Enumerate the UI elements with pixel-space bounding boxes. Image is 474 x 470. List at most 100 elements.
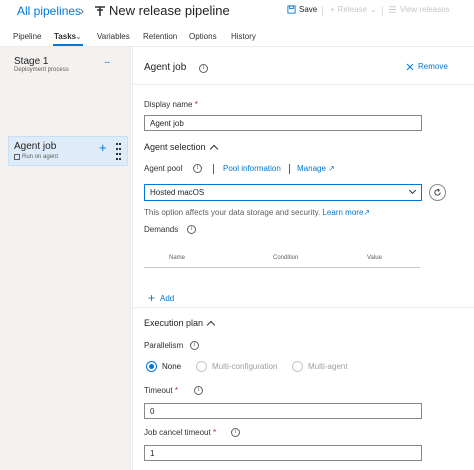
list-icon (388, 6, 397, 13)
refresh-button[interactable] (429, 184, 446, 201)
learn-more-label: Learn more (322, 208, 364, 217)
remove-label: Remove (418, 62, 448, 71)
chevron-up-icon (209, 144, 218, 153)
stage-subtitle: Deployment process (14, 67, 69, 73)
release-pipeline-icon (95, 6, 105, 16)
section-divider (132, 307, 474, 308)
breadcrumb-all-pipelines[interactable]: All pipelines (17, 4, 81, 18)
stage-title[interactable]: Stage 1 (14, 56, 48, 67)
demands-label: Demands (144, 225, 179, 234)
agent-job-details-panel: Agent job i Remove Display name * Agent … (132, 47, 474, 470)
save-icon (287, 5, 296, 14)
cancel-timeout-label: Job cancel timeout * (144, 428, 216, 437)
release-button[interactable]: + Release ⌄ (330, 5, 377, 14)
execution-plan-section-header[interactable]: Execution plan (144, 318, 216, 329)
panel-edge (132, 47, 133, 470)
radio-selected-icon (146, 361, 157, 372)
agent-selection-section-header[interactable]: Agent selection (144, 142, 218, 153)
cancel-timeout-label-text: Job cancel timeout (144, 428, 211, 437)
plus-icon: + (330, 5, 335, 14)
demands-column-value: Value (367, 255, 382, 261)
add-label: Add (160, 293, 175, 303)
demands-grid-rule (144, 267, 420, 268)
external-link-icon: ↗ (363, 208, 371, 217)
job-subtitle-row: Run on agent (14, 154, 58, 160)
timeout-label-text: Timeout (144, 386, 173, 395)
tab-retention[interactable]: Retention (143, 32, 177, 41)
link-divider (213, 164, 214, 174)
close-icon (406, 63, 414, 70)
info-icon[interactable]: i (199, 64, 208, 73)
add-task-button[interactable]: + (99, 140, 107, 155)
chevron-down-icon[interactable]: ⌄ (75, 32, 82, 41)
stages-panel: Stage 1 Deployment process ... Agent job… (0, 47, 131, 470)
refresh-icon (434, 188, 441, 196)
storage-note: This option affects your data storage an… (144, 208, 370, 217)
required-mark: * (174, 386, 178, 395)
chevron-down-icon (408, 186, 417, 195)
parallelism-none-radio[interactable]: None (146, 361, 181, 372)
pool-information-link[interactable]: Pool information (223, 164, 281, 173)
chevron-down-icon: ⌄ (370, 5, 377, 14)
save-button[interactable]: Save (287, 5, 317, 14)
tab-options[interactable]: Options (189, 32, 217, 41)
save-label: Save (299, 5, 318, 14)
demands-column-name: Name (169, 255, 186, 261)
cancel-timeout-field[interactable]: 1 (144, 445, 422, 461)
agent-pool-select[interactable]: Hosted macOS (144, 184, 422, 201)
job-title: Agent job (14, 141, 57, 152)
tab-variables[interactable]: Variables (97, 32, 130, 41)
timeout-label: Timeout * (144, 386, 178, 395)
info-icon[interactable]: i (193, 164, 202, 173)
panel-title: Agent job (144, 62, 187, 73)
timeout-field[interactable]: 0 (144, 403, 422, 419)
parallelism-multi-agent-label: Multi-agent (308, 362, 348, 371)
execution-plan-label: Execution plan (144, 318, 204, 328)
tab-tasks[interactable]: Tasks (54, 32, 76, 41)
drag-handle-icon[interactable] (116, 143, 121, 160)
storage-note-text: This option affects your data storage an… (144, 208, 321, 217)
required-mark: * (194, 100, 198, 109)
breadcrumb-separator: › (80, 4, 84, 18)
agent-job-card[interactable]: Agent job Run on agent + (8, 136, 128, 166)
display-name-label: Display name * (144, 100, 198, 109)
external-link-icon: ↗ (328, 164, 335, 173)
remove-button[interactable]: Remove (406, 62, 448, 71)
tab-pipeline[interactable]: Pipeline (13, 32, 41, 41)
info-icon[interactable]: i (190, 341, 199, 350)
required-mark: * (212, 428, 217, 437)
manage-link-label: Manage (297, 164, 326, 173)
parallelism-label: Parallelism (144, 341, 184, 350)
demands-column-condition: Condition (273, 255, 299, 261)
display-name-field[interactable]: Agent job (144, 115, 422, 131)
manage-link[interactable]: Manage ↗ (297, 164, 335, 173)
toolbar-divider (382, 6, 383, 16)
parallelism-multi-configuration-radio[interactable]: Multi-configuration (196, 361, 277, 372)
stage-more-button[interactable]: ... (104, 55, 110, 66)
parallelism-multi-configuration-label: Multi-configuration (212, 362, 278, 371)
info-icon[interactable]: i (231, 428, 240, 437)
agent-selection-label: Agent selection (144, 142, 206, 152)
agent-pool-value: Hosted macOS (150, 188, 205, 197)
info-icon[interactable]: i (194, 386, 203, 395)
tab-history[interactable]: History (231, 32, 256, 41)
release-label: Release (337, 5, 368, 14)
job-subtitle: Run on agent (22, 154, 59, 160)
top-bar: All pipelines › New release pipeline Sav… (0, 0, 474, 26)
plus-icon: + (148, 291, 156, 305)
learn-more-link[interactable]: Learn more↗ (322, 208, 370, 217)
parallelism-none-label: None (162, 362, 182, 371)
info-icon[interactable]: i (187, 225, 196, 234)
radio-icon (292, 361, 303, 372)
panel-header: Agent job i Remove (132, 47, 474, 85)
view-releases-button[interactable]: View releases (388, 5, 450, 14)
toolbar-divider (322, 6, 323, 16)
parallelism-multi-agent-radio[interactable]: Multi-agent (292, 361, 348, 372)
display-name-label-text: Display name (144, 100, 193, 109)
agent-icon (14, 154, 20, 160)
pipeline-title[interactable]: New release pipeline (109, 3, 230, 18)
link-divider (289, 164, 290, 174)
radio-icon (196, 361, 207, 372)
add-demand-button[interactable]: + Add (148, 291, 174, 305)
chevron-up-icon (206, 320, 216, 329)
